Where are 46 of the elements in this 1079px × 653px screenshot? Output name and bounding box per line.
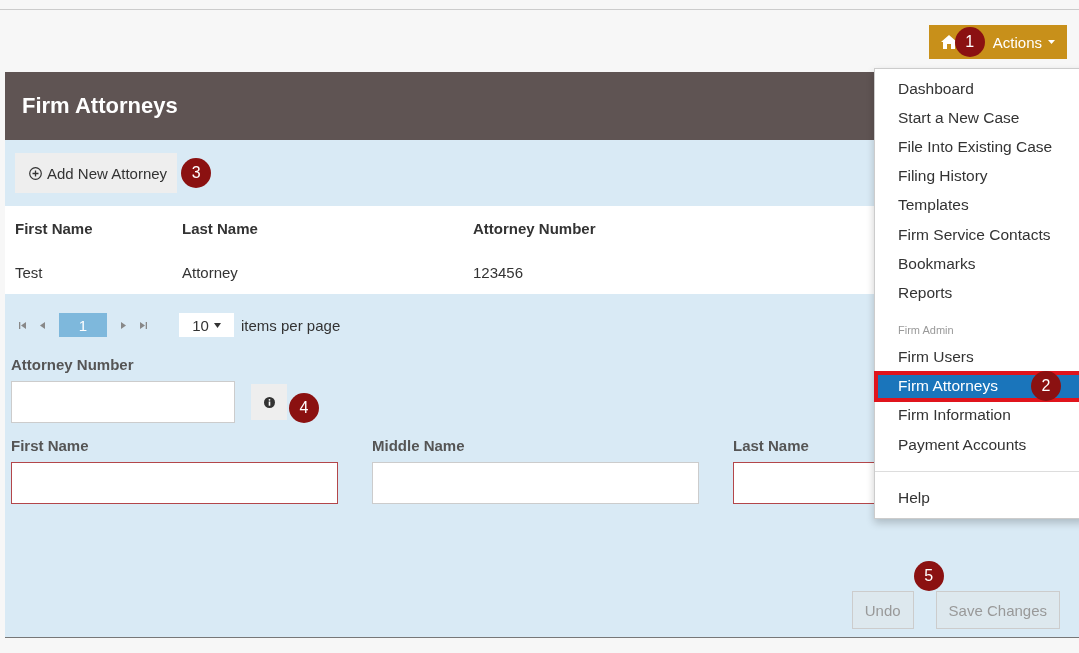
caret-icon	[213, 322, 221, 328]
next-page-icon[interactable]	[121, 321, 126, 329]
menu-item[interactable]: Payment Accounts	[875, 430, 1079, 460]
menu-item[interactable]: Help	[875, 483, 1079, 513]
attorney-number-field[interactable]	[11, 381, 235, 423]
table-cell-text: Attorney	[182, 264, 239, 281]
menu-item[interactable]: Firm Users	[875, 342, 1079, 372]
home-icon	[940, 35, 957, 49]
column-header: Attorney Number	[473, 220, 596, 237]
add-attorney-button[interactable]: Add New Attorney	[15, 153, 178, 193]
caret-icon	[1048, 40, 1055, 44]
menu-item[interactable]: Firm Attorneys 2	[875, 371, 1079, 401]
menu-item[interactable]: Start a New Case	[875, 103, 1079, 133]
text-field[interactable]	[11, 462, 338, 504]
field-label: First Name	[11, 437, 89, 454]
menu-item[interactable]: Dashboard	[875, 74, 1079, 104]
menu-item[interactable]: Bookmarks	[875, 249, 1079, 279]
field-label: Attorney Number	[11, 356, 134, 373]
callout-badge: 1	[954, 27, 985, 57]
menu-item[interactable]: Reports	[875, 278, 1079, 308]
info-icon	[263, 396, 275, 408]
menu-section-header: Firm Admin	[897, 322, 955, 338]
page-size-label: items per page	[241, 316, 341, 334]
callout-badge: 2	[1031, 370, 1061, 401]
panel-title: Firm Attorneys	[22, 93, 178, 119]
column-header: First Name	[15, 220, 94, 237]
table-cell-text: Test	[15, 264, 44, 281]
first-page-icon[interactable]	[19, 321, 26, 329]
field-label: Middle Name	[372, 437, 465, 454]
info-button[interactable]	[251, 384, 287, 420]
callout-badge: 4	[289, 393, 319, 423]
plus-circle-icon	[29, 166, 42, 180]
callout-badge: 3	[181, 158, 212, 188]
table-cell: 123456	[473, 264, 524, 281]
previous-page-icon[interactable]	[40, 321, 45, 329]
page-size-dropdown[interactable]: 10	[179, 313, 234, 337]
menu-item[interactable]: Firm Service Contacts	[875, 219, 1079, 250]
actions-button[interactable]: 1 Actions	[928, 25, 1067, 59]
menu-item[interactable]: Templates	[875, 190, 1079, 220]
field-label: Last Name	[733, 437, 809, 454]
menu-item[interactable]: Filing History	[875, 161, 1079, 191]
column-header: Last Name	[182, 220, 259, 237]
callout-badge: 5	[913, 561, 944, 591]
menu-item[interactable]: Firm Information	[875, 400, 1079, 431]
menu-item[interactable]: File Into Existing Case	[875, 132, 1079, 162]
last-page-icon[interactable]	[140, 321, 147, 329]
